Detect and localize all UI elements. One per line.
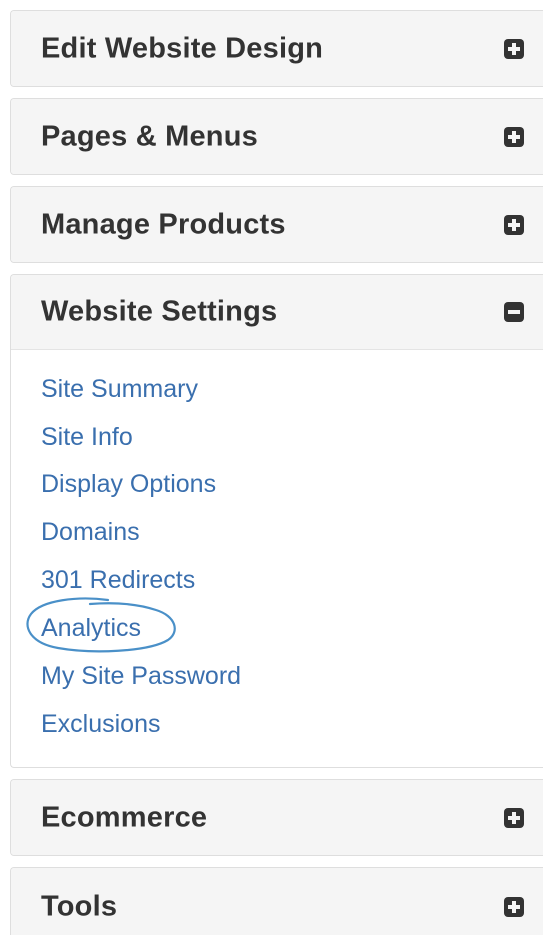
panel-heading-ecommerce[interactable]: Ecommerce: [11, 780, 543, 855]
panel-tools: Tools: [10, 867, 543, 935]
settings-accordion: Edit Website Design Pages & Menus Manage…: [0, 0, 543, 935]
panel-pages-menus: Pages & Menus: [10, 98, 543, 175]
link-site-info[interactable]: Site Info: [41, 423, 133, 452]
panel-heading-website-settings[interactable]: Website Settings: [11, 275, 543, 350]
link-domains[interactable]: Domains: [41, 518, 140, 547]
panel-title: Tools: [41, 890, 118, 922]
link-my-site-password[interactable]: My Site Password: [41, 662, 241, 691]
panel-ecommerce: Ecommerce: [10, 779, 543, 856]
plus-square-icon[interactable]: [504, 807, 524, 828]
link-analytics[interactable]: Analytics: [41, 614, 141, 643]
panel-title: Ecommerce: [41, 801, 208, 833]
minus-square-icon[interactable]: [504, 302, 524, 322]
panel-manage-products: Manage Products: [10, 186, 543, 263]
panel-website-settings: Website Settings Site Summary Site Info …: [10, 274, 543, 768]
plus-square-icon[interactable]: [504, 896, 524, 917]
panel-heading-manage-products[interactable]: Manage Products: [11, 187, 543, 262]
panel-title: Website Settings: [41, 295, 278, 328]
link-site-summary[interactable]: Site Summary: [41, 375, 198, 404]
panel-heading-tools[interactable]: Tools: [11, 868, 543, 935]
panel-heading-pages-menus[interactable]: Pages & Menus: [11, 99, 543, 174]
panel-title: Edit Website Design: [41, 32, 324, 64]
panel-title: Manage Products: [41, 208, 286, 240]
plus-square-icon[interactable]: [504, 38, 524, 59]
panel-edit-website-design: Edit Website Design: [10, 10, 543, 87]
link-display-options[interactable]: Display Options: [41, 470, 216, 499]
panel-heading-edit-website-design[interactable]: Edit Website Design: [11, 11, 543, 86]
plus-square-icon[interactable]: [504, 126, 524, 147]
link-exclusions[interactable]: Exclusions: [41, 710, 161, 739]
plus-square-icon[interactable]: [504, 214, 524, 235]
link-301-redirects[interactable]: 301 Redirects: [41, 566, 195, 595]
panel-title: Pages & Menus: [41, 120, 258, 152]
